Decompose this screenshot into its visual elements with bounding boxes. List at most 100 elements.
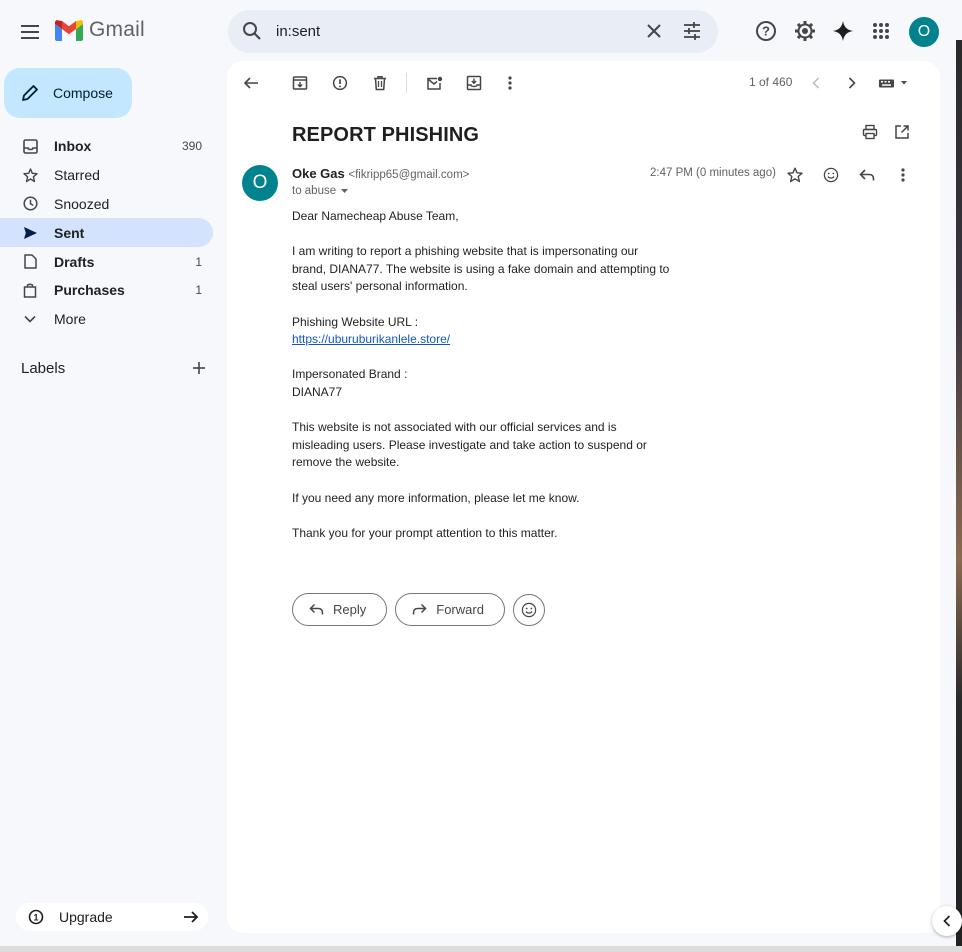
pagination-text: 1 of 460 [749, 75, 793, 89]
move-to-icon[interactable] [459, 70, 489, 96]
purchases-count: 1 [195, 283, 202, 298]
window-bottom-edge [0, 946, 962, 952]
reply-icon[interactable] [854, 162, 880, 188]
sender-line: Oke Gas <fikripp65@gmail.com> [292, 166, 469, 181]
labels-section: Labels [21, 358, 206, 378]
sparkle-icon[interactable] [829, 17, 857, 45]
body-paragraph: If you need any more information, please… [292, 490, 580, 505]
sidebar-item-label: Inbox [54, 138, 92, 155]
body-paragraph: I am writing to report a phishing websit… [292, 244, 670, 294]
print-icon[interactable] [855, 119, 885, 145]
keyboard-icon[interactable] [873, 70, 913, 96]
toolbar-divider [406, 73, 407, 93]
phishing-url-link[interactable]: https://uburuburikanlele.store/ [292, 332, 450, 346]
sender-avatar[interactable]: O [242, 165, 278, 201]
brand-label: Impersonated Brand : [292, 367, 408, 382]
mark-unread-icon[interactable] [419, 70, 449, 96]
sender-email: <fikripp65@gmail.com> [348, 169, 470, 181]
archive-icon[interactable] [285, 70, 315, 96]
plus-icon[interactable] [192, 361, 206, 375]
forward-button[interactable]: Forward [395, 593, 505, 626]
star-icon[interactable] [782, 162, 808, 188]
emoji-icon [521, 602, 537, 617]
back-arrow-icon[interactable] [236, 70, 266, 96]
clock-icon [22, 196, 38, 212]
upgrade-label: Upgrade [59, 909, 113, 925]
sidebar-item-drafts[interactable]: Drafts 1 [0, 247, 213, 276]
open-new-window-icon[interactable] [887, 119, 917, 145]
draft-icon [22, 254, 38, 270]
emoji-reaction-icon[interactable] [818, 162, 844, 188]
emoji-reaction-button[interactable] [512, 593, 545, 626]
body-greeting: Dear Namecheap Abuse Team, [292, 209, 459, 223]
sender-name[interactable]: Oke Gas [292, 166, 345, 181]
email-subject: REPORT PHISHING [292, 124, 480, 146]
arrow-right-icon [184, 911, 199, 923]
caret-down-icon [341, 189, 349, 193]
sidebar-item-label: Starred [54, 167, 100, 184]
compose-button[interactable]: Compose [4, 68, 132, 118]
app-header: Gmail ? O [0, 0, 962, 62]
gmail-logo[interactable]: Gmail [55, 18, 145, 42]
chevron-right-icon[interactable] [837, 70, 867, 96]
send-icon [22, 225, 38, 241]
unread-count: 390 [181, 139, 202, 154]
upgrade-button[interactable]: 1 Upgrade [16, 903, 208, 931]
sidebar-item-purchases[interactable]: Purchases 1 [0, 276, 213, 305]
more-vertical-icon[interactable] [495, 70, 525, 96]
compose-label: Compose [53, 85, 113, 101]
message-body: Dear Namecheap Abuse Team, I am writing … [292, 208, 672, 560]
sidebar-item-sent[interactable]: Sent [0, 218, 213, 248]
side-panel-toggle[interactable] [932, 906, 962, 936]
sidebar-item-label: Purchases [54, 282, 125, 299]
url-label: Phishing Website URL : [292, 314, 419, 329]
body-paragraph: Thank you for your prompt attention to t… [292, 525, 558, 540]
reply-icon [309, 603, 324, 615]
more-vertical-icon[interactable] [890, 162, 916, 188]
gear-icon[interactable] [791, 17, 819, 45]
account-avatar[interactable]: O [909, 17, 939, 47]
trash-icon[interactable] [365, 70, 395, 96]
recipient-toggle[interactable]: to abuse [292, 185, 349, 197]
help-icon[interactable]: ? [752, 17, 780, 45]
reply-button[interactable]: Reply [292, 593, 388, 626]
menu-icon[interactable] [14, 16, 46, 48]
reply-label: Reply [333, 602, 367, 617]
svg-text:1: 1 [33, 913, 38, 923]
apps-grid-icon[interactable] [867, 17, 895, 45]
chevron-left-icon[interactable] [801, 70, 831, 96]
svg-text:?: ? [762, 24, 770, 39]
sidebar-item-label: Snoozed [54, 195, 110, 212]
search-input[interactable] [276, 10, 636, 53]
brand-value: DIANA77 [292, 384, 343, 399]
sidebar-item-more[interactable]: More [0, 305, 213, 334]
bag-icon [22, 282, 38, 298]
sidebar-item-label: Drafts [54, 253, 95, 270]
url-block: Phishing Website URL : https://uburuburi… [292, 314, 672, 349]
brand-block: Impersonated Brand : DIANA77 [292, 366, 672, 401]
forward-icon [413, 603, 427, 615]
message-time: 2:47 PM (0 minutes ago) [650, 167, 776, 179]
sidebar-nav: Inbox 390 Starred Snoozed Sent Drafts 1 … [0, 132, 213, 334]
forward-label: Forward [436, 602, 484, 617]
upgrade-badge-icon: 1 [28, 909, 44, 925]
labels-title: Labels [21, 359, 66, 377]
gmail-m-icon [55, 19, 83, 41]
inbox-icon [22, 138, 38, 154]
body-paragraph: This website is not associated with our … [292, 420, 647, 470]
search-bar [228, 10, 718, 53]
sidebar-item-snoozed[interactable]: Snoozed [0, 190, 213, 219]
close-icon[interactable] [644, 21, 664, 46]
draft-count: 1 [195, 254, 202, 269]
recipient-text: to abuse [292, 185, 337, 197]
report-spam-icon[interactable] [325, 70, 355, 96]
star-icon [22, 167, 38, 183]
background-window-edge [956, 0, 962, 952]
sidebar-item-starred[interactable]: Starred [0, 161, 213, 190]
search-icon[interactable] [242, 21, 262, 46]
chevron-left-icon [943, 915, 951, 927]
sidebar-item-label: More [54, 311, 86, 328]
sidebar-item-inbox[interactable]: Inbox 390 [0, 132, 213, 161]
reply-actions: Reply Forward [292, 593, 545, 626]
tune-icon[interactable] [682, 21, 702, 46]
